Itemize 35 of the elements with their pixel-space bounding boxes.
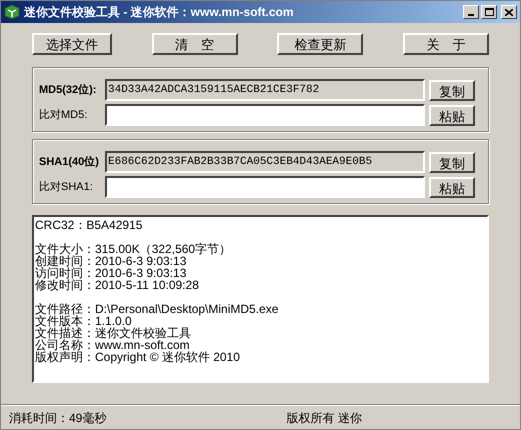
field-label: SHA1(40位) <box>39 154 100 170</box>
paste-button[interactable]: 粘贴 <box>429 104 475 126</box>
compare-input-field[interactable] <box>105 176 425 198</box>
toolbar-button[interactable]: 选择文件 <box>32 33 112 55</box>
maximize-button[interactable] <box>481 5 497 19</box>
paste-button[interactable]: 粘贴 <box>429 176 475 198</box>
close-icon <box>505 8 513 16</box>
toolbar-button[interactable]: 清 空 <box>152 33 238 55</box>
status-text: 消耗时间：49毫秒 <box>9 410 106 426</box>
info-line: 修改时间：2010-5-11 10:09:28 <box>35 279 199 291</box>
status-text: 版权所有 迷你 <box>286 410 362 426</box>
info-line: 文件版本：1.1.0.0 <box>35 315 132 327</box>
field-label: 比对MD5: <box>39 108 88 123</box>
info-line: 创建时间：2010-6-3 9:03:13 <box>35 255 186 267</box>
minimize-button[interactable] <box>463 5 479 19</box>
toolbar-button[interactable]: 关 于 <box>402 33 489 55</box>
info-line: 访问时间：2010-6-3 9:03:13 <box>35 267 186 279</box>
info-line: CRC32：B5A42915 <box>35 219 142 231</box>
field-label: 比对SHA1: <box>39 180 94 195</box>
window-title: 迷你文件校验工具 - 迷你软件：www.mn-soft.com <box>24 4 294 21</box>
close-button[interactable] <box>501 5 517 19</box>
field-label: MD5(32位): <box>39 82 98 98</box>
info-text-area[interactable] <box>32 215 489 383</box>
hash-value-field[interactable]: 34D33A42ADCA3159115AECB21CE3F782 <box>105 79 425 101</box>
app-icon <box>4 4 20 20</box>
copy-button[interactable]: 复制 <box>429 80 475 100</box>
compare-input-field[interactable] <box>105 104 425 126</box>
copy-button[interactable]: 复制 <box>429 152 475 172</box>
info-line: 公司名称：www.mn-soft.com <box>35 339 190 351</box>
toolbar-button[interactable]: 检查更新 <box>277 33 364 55</box>
info-line: 文件描述：迷你文件校验工具 <box>35 327 191 339</box>
info-line: 文件大小：315.00K（322,560字节） <box>35 243 232 255</box>
info-line: 版权声明：Copyright © 迷你软件 2010 <box>35 351 240 363</box>
hash-value-field[interactable]: E686C62D233FAB2B33B7CA05C3EB4D43AEA9E0B5 <box>105 151 425 173</box>
info-line: 文件路径：D:\Personal\Desktop\MiniMD5.exe <box>35 303 278 315</box>
